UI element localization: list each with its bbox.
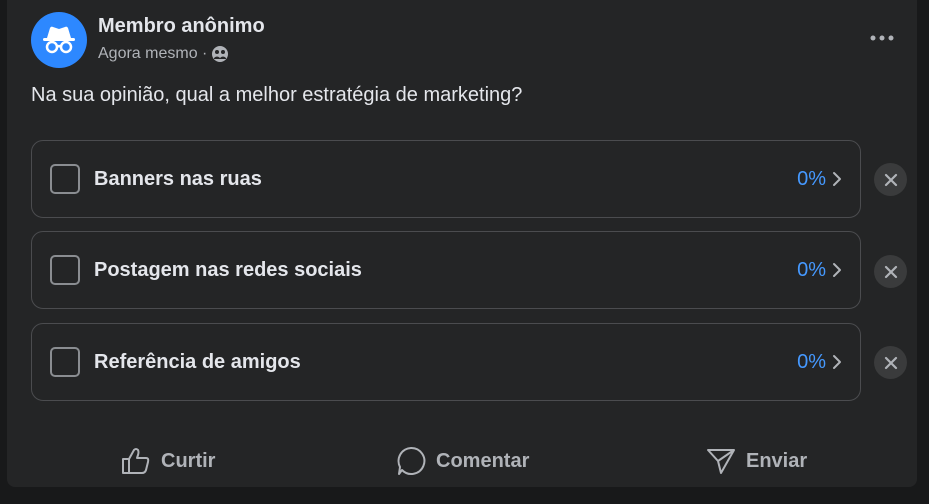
avatar[interactable] bbox=[31, 12, 87, 68]
send-label: Enviar bbox=[746, 449, 808, 472]
poll-option-label: Postagem nas redes sociais bbox=[94, 258, 362, 281]
poll-option-label: Banners nas ruas bbox=[94, 167, 262, 190]
post-actions-bar: Curtir Comentar Enviar bbox=[7, 440, 917, 482]
post-meta: Agora mesmo · bbox=[98, 45, 229, 63]
like-button[interactable]: Curtir bbox=[121, 440, 215, 482]
poll-option[interactable]: Banners nas ruas 0% bbox=[31, 140, 861, 218]
more-options-icon bbox=[870, 35, 894, 41]
poll-question: Na sua opinião, qual a melhor estratégia… bbox=[31, 84, 523, 106]
close-icon bbox=[884, 356, 897, 369]
more-options-button[interactable] bbox=[864, 24, 900, 52]
poll-option-percent: 0% bbox=[797, 167, 826, 190]
poll-option-checkbox[interactable] bbox=[50, 255, 80, 285]
poll-option[interactable]: Referência de amigos 0% bbox=[31, 323, 861, 401]
group-icon[interactable] bbox=[211, 45, 229, 63]
thumbs-up-icon bbox=[122, 448, 150, 474]
send-button[interactable]: Enviar bbox=[706, 440, 807, 482]
poll-option-percent: 0% bbox=[797, 258, 826, 281]
comment-button[interactable]: Comentar bbox=[396, 440, 529, 482]
close-icon bbox=[884, 173, 897, 186]
chevron-right-icon[interactable] bbox=[832, 262, 842, 278]
like-label: Curtir bbox=[161, 449, 216, 472]
chevron-right-icon[interactable] bbox=[832, 171, 842, 187]
send-icon bbox=[707, 449, 735, 474]
poll-option-percent: 0% bbox=[797, 350, 826, 373]
remove-option-button[interactable] bbox=[874, 163, 907, 196]
remove-option-button[interactable] bbox=[874, 346, 907, 379]
author-name[interactable]: Membro anônimo bbox=[98, 15, 265, 38]
poll-option[interactable]: Postagem nas redes sociais 0% bbox=[31, 231, 861, 309]
poll-option-checkbox[interactable] bbox=[50, 347, 80, 377]
poll-option-checkbox[interactable] bbox=[50, 164, 80, 194]
comment-bubble-icon bbox=[397, 446, 426, 475]
close-icon bbox=[884, 265, 897, 278]
comment-label: Comentar bbox=[436, 449, 530, 472]
remove-option-button[interactable] bbox=[874, 255, 907, 288]
post-time[interactable]: Agora mesmo · bbox=[98, 45, 207, 63]
chevron-right-icon[interactable] bbox=[832, 354, 842, 370]
post-card: Membro anônimo Agora mesmo · Na sua opin… bbox=[7, 0, 917, 487]
poll-option-label: Referência de amigos bbox=[94, 350, 301, 373]
anonymous-incognito-icon bbox=[43, 26, 75, 54]
